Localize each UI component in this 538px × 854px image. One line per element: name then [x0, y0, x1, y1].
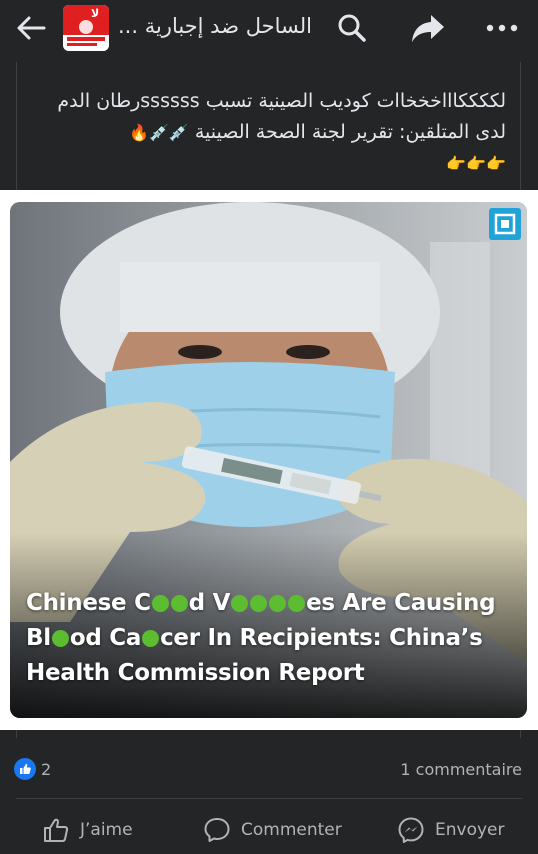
comment-button[interactable]: Commenter [203, 814, 342, 846]
thumbs-up-icon [44, 818, 69, 842]
image-headline: Chinese Cd Ves Are Causing Bl od Ca cer In… [26, 586, 526, 691]
censor-dot [269, 595, 287, 612]
more-dots-icon[interactable] [484, 16, 520, 40]
arrow-left-icon[interactable] [14, 12, 48, 44]
censor-dot [151, 595, 169, 612]
censor-dot [170, 595, 188, 612]
headline-line-3: Health Commission Report [26, 656, 526, 691]
pointing-emojis: 👉👉👉 [446, 154, 506, 173]
comment-label: Commenter [241, 820, 342, 840]
top-bar: لا الساحل ضد إجبارية ... [0, 0, 538, 56]
censor-dot [250, 595, 268, 612]
like-label: J’aime [80, 820, 133, 840]
send-label: Envoyer [435, 820, 505, 840]
avatar-text: لا [91, 7, 100, 20]
post-text-line-2: لدى المتلقين: تقرير لجنة الصحة الصينية 💉… [16, 117, 506, 148]
search-icon[interactable] [336, 12, 368, 44]
post-stats: 2 1 commentaire [0, 748, 538, 792]
censor-dot [51, 630, 69, 647]
share-arrow-icon[interactable] [410, 12, 446, 44]
syringe-fire-emojis: 💉💉🔥 [129, 123, 189, 142]
post-image[interactable]: Chinese Cd Ves Are Causing Bl od Ca cer In… [10, 202, 527, 718]
censor-dot [288, 595, 306, 612]
like-reaction-icon[interactable] [14, 758, 36, 780]
send-button[interactable]: Envoyer [397, 814, 505, 846]
censor-dot [231, 595, 249, 612]
headline-line-2: Bl od Ca cer In Recipients: China’s [26, 621, 526, 656]
comment-count[interactable]: 1 commentaire [400, 760, 522, 779]
post-text-line-1: لككككاااخخخاات كوديب الصينية تسبب ssssss… [57, 90, 506, 112]
avatar[interactable]: لا [63, 5, 109, 51]
censor-dot [142, 630, 160, 647]
messenger-icon [398, 817, 424, 843]
post-text: لككككاااخخخاات كوديب الصينية تسبب ssssss… [16, 86, 506, 179]
divider [16, 798, 522, 799]
post-actions: J’aime Commenter Envoyer [0, 806, 538, 854]
comment-bubble-icon [204, 818, 230, 842]
post-text-line-2-text: لدى المتلقين: تقرير لجنة الصحة الصينية [194, 121, 506, 143]
headline-line-1-text: Chinese Cd Ves Are Causing [26, 590, 496, 616]
like-button[interactable]: J’aime [42, 814, 133, 846]
page-title[interactable]: الساحل ضد إجبارية ... [118, 14, 314, 38]
like-count[interactable]: 2 [41, 760, 51, 779]
brand-logo-icon [489, 208, 521, 240]
headline-line-1: Chinese Cd Ves Are Causing [26, 586, 526, 621]
headline-line-3-text: Health Commission Report [26, 660, 365, 686]
headline-line-2-text: Bl od Ca cer In Recipients: China’s [26, 625, 483, 651]
